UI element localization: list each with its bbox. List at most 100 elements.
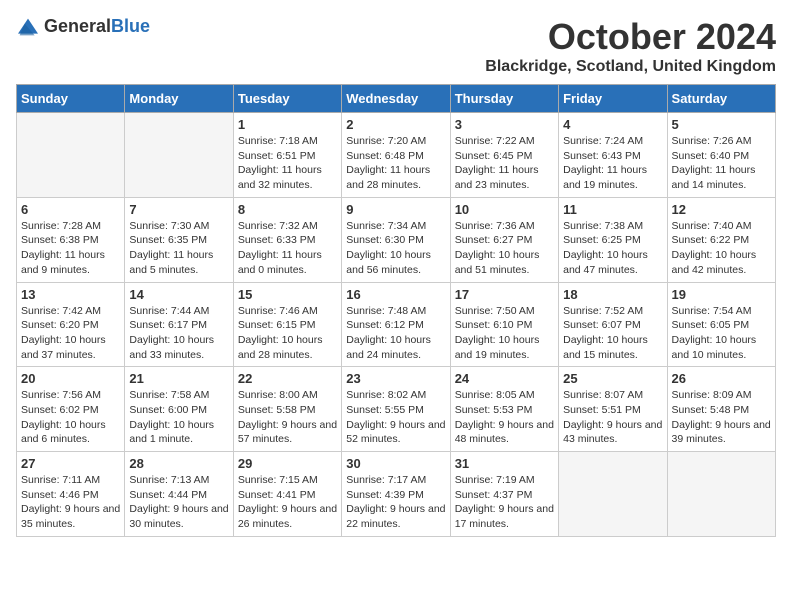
day-header-thursday: Thursday (450, 85, 558, 113)
day-number: 18 (563, 287, 662, 302)
day-number: 30 (346, 456, 445, 471)
day-info: Sunrise: 7:50 AMSunset: 6:10 PMDaylight:… (455, 304, 554, 363)
calendar-cell: 15 Sunrise: 7:46 AMSunset: 6:15 PMDayligh… (233, 282, 341, 367)
location-title: Blackridge, Scotland, United Kingdom (485, 58, 776, 76)
day-number: 23 (346, 371, 445, 386)
day-info: Sunrise: 7:38 AMSunset: 6:25 PMDaylight:… (563, 219, 662, 278)
calendar-cell: 7 Sunrise: 7:30 AMSunset: 6:35 PMDaylight… (125, 197, 233, 282)
day-info: Sunrise: 7:18 AMSunset: 6:51 PMDaylight:… (238, 134, 337, 193)
calendar-cell: 31 Sunrise: 7:19 AMSunset: 4:37 PMDayligh… (450, 452, 558, 537)
calendar-cell: 16 Sunrise: 7:48 AMSunset: 6:12 PMDayligh… (342, 282, 450, 367)
calendar-cell: 8Sunrise: 7:32 AMSunset: 6:33 PMDaylight… (233, 197, 341, 282)
calendar-cell (559, 452, 667, 537)
day-info: Sunrise: 7:54 AMSunset: 6:05 PMDaylight:… (672, 304, 771, 363)
calendar-cell: 25 Sunrise: 8:07 AMSunset: 5:51 PMDayligh… (559, 367, 667, 452)
calendar-cell: 9 Sunrise: 7:34 AMSunset: 6:30 PMDaylight… (342, 197, 450, 282)
day-number: 24 (455, 371, 554, 386)
day-info: Sunrise: 7:15 AMSunset: 4:41 PMDaylight:… (238, 473, 337, 532)
calendar-cell: 12Sunrise: 7:40 AMSunset: 6:22 PMDayligh… (667, 197, 775, 282)
day-number: 25 (563, 371, 662, 386)
calendar-table: SundayMondayTuesdayWednesdayThursdayFrid… (16, 84, 776, 537)
week-row-4: 20Sunrise: 7:56 AMSunset: 6:02 PMDayligh… (17, 367, 776, 452)
day-info: Sunrise: 7:13 AMSunset: 4:44 PMDaylight:… (129, 473, 228, 532)
week-row-5: 27 Sunrise: 7:11 AMSunset: 4:46 PMDayligh… (17, 452, 776, 537)
calendar-cell (125, 113, 233, 198)
day-number: 19 (672, 287, 771, 302)
day-number: 26 (672, 371, 771, 386)
calendar-cell: 3 Sunrise: 7:22 AMSunset: 6:45 PMDaylight… (450, 113, 558, 198)
day-number: 16 (346, 287, 445, 302)
day-info: Sunrise: 8:09 AMSunset: 5:48 PMDaylight:… (672, 388, 771, 447)
day-header-tuesday: Tuesday (233, 85, 341, 113)
calendar-cell: 1 Sunrise: 7:18 AMSunset: 6:51 PMDaylight… (233, 113, 341, 198)
day-info: Sunrise: 7:19 AMSunset: 4:37 PMDaylight:… (455, 473, 554, 532)
calendar-cell: 23Sunrise: 8:02 AMSunset: 5:55 PMDayligh… (342, 367, 450, 452)
calendar-cell: 2Sunrise: 7:20 AMSunset: 6:48 PMDaylight… (342, 113, 450, 198)
day-header-monday: Monday (125, 85, 233, 113)
calendar-cell: 5Sunrise: 7:26 AMSunset: 6:40 PMDaylight… (667, 113, 775, 198)
day-info: Sunrise: 7:42 AMSunset: 6:20 PMDaylight:… (21, 304, 120, 363)
calendar-cell (17, 113, 125, 198)
day-number: 17 (455, 287, 554, 302)
header-row: SundayMondayTuesdayWednesdayThursdayFrid… (17, 85, 776, 113)
day-header-friday: Friday (559, 85, 667, 113)
logo-general: General (44, 16, 111, 36)
calendar-cell: 6Sunrise: 7:28 AMSunset: 6:38 PMDaylight… (17, 197, 125, 282)
day-info: Sunrise: 7:44 AMSunset: 6:17 PMDaylight:… (129, 304, 228, 363)
day-header-sunday: Sunday (17, 85, 125, 113)
day-info: Sunrise: 7:52 AMSunset: 6:07 PMDaylight:… (563, 304, 662, 363)
calendar-cell: 17 Sunrise: 7:50 AMSunset: 6:10 PMDayligh… (450, 282, 558, 367)
title-area: October 2024 Blackridge, Scotland, Unite… (485, 16, 776, 76)
day-info: Sunrise: 7:24 AMSunset: 6:43 PMDaylight:… (563, 134, 662, 193)
day-number: 1 (238, 117, 337, 132)
calendar-cell: 29 Sunrise: 7:15 AMSunset: 4:41 PMDayligh… (233, 452, 341, 537)
day-number: 13 (21, 287, 120, 302)
day-number: 4 (563, 117, 662, 132)
calendar-cell: 27 Sunrise: 7:11 AMSunset: 4:46 PMDayligh… (17, 452, 125, 537)
day-number: 22 (238, 371, 337, 386)
day-number: 31 (455, 456, 554, 471)
calendar-cell: 20Sunrise: 7:56 AMSunset: 6:02 PMDayligh… (17, 367, 125, 452)
day-info: Sunrise: 7:22 AMSunset: 6:45 PMDaylight:… (455, 134, 554, 193)
week-row-2: 6Sunrise: 7:28 AMSunset: 6:38 PMDaylight… (17, 197, 776, 282)
logo: GeneralBlue (16, 16, 150, 37)
day-header-wednesday: Wednesday (342, 85, 450, 113)
calendar-cell: 11 Sunrise: 7:38 AMSunset: 6:25 PMDayligh… (559, 197, 667, 282)
calendar-cell: 18 Sunrise: 7:52 AMSunset: 6:07 PMDayligh… (559, 282, 667, 367)
day-info: Sunrise: 7:17 AMSunset: 4:39 PMDaylight:… (346, 473, 445, 532)
calendar-cell: 4 Sunrise: 7:24 AMSunset: 6:43 PMDaylight… (559, 113, 667, 198)
calendar-cell: 14Sunrise: 7:44 AMSunset: 6:17 PMDayligh… (125, 282, 233, 367)
day-info: Sunrise: 7:34 AMSunset: 6:30 PMDaylight:… (346, 219, 445, 278)
week-row-3: 13 Sunrise: 7:42 AMSunset: 6:20 PMDayligh… (17, 282, 776, 367)
calendar-cell: 26 Sunrise: 8:09 AMSunset: 5:48 PMDayligh… (667, 367, 775, 452)
day-number: 20 (21, 371, 120, 386)
header: GeneralBlue October 2024 Blackridge, Sco… (16, 16, 776, 76)
day-number: 27 (21, 456, 120, 471)
day-info: Sunrise: 7:46 AMSunset: 6:15 PMDaylight:… (238, 304, 337, 363)
calendar-cell: 21Sunrise: 7:58 AMSunset: 6:00 PMDayligh… (125, 367, 233, 452)
day-number: 9 (346, 202, 445, 217)
calendar-cell: 13 Sunrise: 7:42 AMSunset: 6:20 PMDayligh… (17, 282, 125, 367)
calendar-cell: 19 Sunrise: 7:54 AMSunset: 6:05 PMDayligh… (667, 282, 775, 367)
calendar-cell: 22Sunrise: 8:00 AMSunset: 5:58 PMDayligh… (233, 367, 341, 452)
day-info: Sunrise: 7:36 AMSunset: 6:27 PMDaylight:… (455, 219, 554, 278)
day-info: Sunrise: 7:58 AMSunset: 6:00 PMDaylight:… (129, 388, 228, 447)
logo-icon (16, 17, 40, 37)
day-number: 11 (563, 202, 662, 217)
day-info: Sunrise: 7:30 AMSunset: 6:35 PMDaylight:… (129, 219, 228, 278)
day-number: 7 (129, 202, 228, 217)
day-number: 28 (129, 456, 228, 471)
day-info: Sunrise: 7:20 AMSunset: 6:48 PMDaylight:… (346, 134, 445, 193)
day-number: 8 (238, 202, 337, 217)
day-number: 12 (672, 202, 771, 217)
calendar-cell (667, 452, 775, 537)
day-header-saturday: Saturday (667, 85, 775, 113)
day-info: Sunrise: 8:07 AMSunset: 5:51 PMDaylight:… (563, 388, 662, 447)
day-info: Sunrise: 7:48 AMSunset: 6:12 PMDaylight:… (346, 304, 445, 363)
day-number: 29 (238, 456, 337, 471)
day-number: 15 (238, 287, 337, 302)
day-number: 6 (21, 202, 120, 217)
day-info: Sunrise: 7:11 AMSunset: 4:46 PMDaylight:… (21, 473, 120, 532)
day-number: 3 (455, 117, 554, 132)
week-row-1: 1 Sunrise: 7:18 AMSunset: 6:51 PMDaylight… (17, 113, 776, 198)
